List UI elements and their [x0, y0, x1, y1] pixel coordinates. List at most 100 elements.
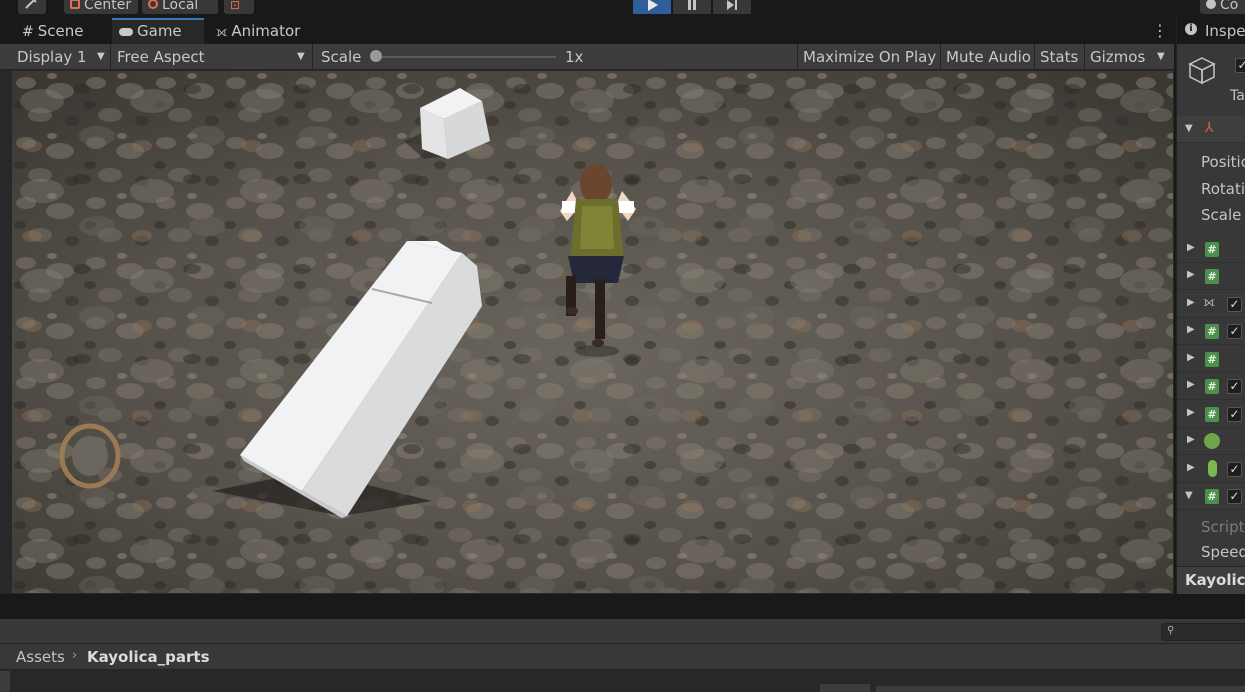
game-panel: # Scene Game ⟗ Animator ⋮ Display 1 ▼ Free… [0, 18, 1174, 594]
breadcrumb-assets[interactable]: Assets [16, 648, 65, 666]
info-icon: i [1185, 23, 1197, 35]
component-row[interactable]: ▶ # ✓ [1177, 401, 1245, 428]
inspector-tab[interactable]: i Inspe [1177, 18, 1245, 44]
breadcrumb-current[interactable]: Kayolica_parts [87, 648, 210, 666]
pivot-space-button[interactable]: Local [142, 0, 218, 14]
script-icon: # [1205, 379, 1219, 394]
play-button[interactable] [633, 0, 671, 14]
separator [1034, 44, 1035, 70]
scale-label: Scale [1201, 206, 1242, 224]
pivot-label: Center [84, 0, 132, 13]
component-row[interactable]: ▶ # [1177, 346, 1245, 373]
dropdown-arrow-icon: ▼ [97, 51, 105, 62]
fold-arrow-icon: ▶ [1187, 352, 1195, 363]
collab-icon [1206, 0, 1216, 9]
component-row[interactable]: ▶ [1177, 428, 1245, 455]
aspect-dropdown[interactable]: Free Aspect ▼ [117, 44, 309, 70]
scale-slider-thumb[interactable] [370, 50, 382, 62]
fold-arrow-icon: ▶ [1187, 462, 1195, 473]
folder-pane-edge [0, 671, 10, 692]
tab-scene-label: Scene [37, 22, 84, 40]
transform-header[interactable]: ▼ ⅄ [1177, 116, 1245, 143]
breadcrumb: Assets › Kayolica_parts [0, 644, 1245, 670]
main-toolbar: Center Local ⊡ Co [0, 0, 1245, 16]
step-icon [727, 0, 737, 10]
separator [940, 44, 941, 70]
fold-arrow-icon: ▶ [1187, 407, 1195, 418]
fold-arrow-icon: ▼ [1185, 123, 1193, 134]
inspector-panel: i Inspe ✓ Ta ▼ ⅄ Positic Rotatio Scale ▶… [1176, 18, 1245, 594]
scale-label: Scale [321, 48, 362, 66]
component-row[interactable]: ▶ # [1177, 236, 1245, 263]
enabled-checkbox[interactable]: ✓ [1227, 462, 1242, 477]
component-row[interactable]: ▶ # ✓ [1177, 318, 1245, 345]
rotation-label: Rotatio [1201, 180, 1245, 198]
stats-toggle[interactable]: Stats [1040, 44, 1078, 70]
enabled-checkbox[interactable]: ✓ [1227, 324, 1242, 339]
component-row[interactable]: ▶ ✓ [1177, 456, 1245, 483]
separator [1084, 44, 1085, 70]
script-icon: # [1205, 407, 1219, 422]
enabled-checkbox[interactable]: ✓ [1227, 297, 1242, 312]
component-row[interactable]: ▶ # [1177, 263, 1245, 290]
fold-arrow-icon: ▼ [1185, 490, 1193, 501]
fold-arrow-icon: ▶ [1187, 297, 1195, 308]
collab-button[interactable]: Co [1200, 0, 1245, 14]
pause-button[interactable] [673, 0, 711, 14]
tab-animator[interactable]: ⟗ Animator [204, 18, 314, 44]
rigidbody-icon [1204, 433, 1220, 449]
active-checkbox[interactable]: ✓ [1235, 58, 1245, 73]
inspector-footer-label: Kayolica [1185, 571, 1245, 589]
script-icon: # [1205, 324, 1219, 339]
inspector-footer: Kayolica [1177, 566, 1245, 594]
project-search-input[interactable]: ⚲ [1161, 623, 1245, 641]
gamepad-icon [119, 27, 133, 36]
play-icon [648, 0, 658, 11]
script-icon: # [1205, 242, 1219, 257]
game-view-toolbar: Display 1 ▼ Free Aspect ▼ Scale 1x Maxim… [0, 44, 1174, 70]
gameobject-cube-icon [1187, 56, 1217, 90]
step-button[interactable] [713, 0, 751, 14]
tools-button[interactable] [18, 0, 46, 14]
collab-label: Co [1220, 0, 1239, 13]
fold-arrow-icon: ▶ [1187, 379, 1195, 390]
separator [110, 44, 111, 70]
snap-button[interactable]: ⊡ [224, 0, 254, 14]
component-row-expanded[interactable]: ▼ # ✓ [1177, 483, 1245, 510]
tab-game[interactable]: Game [112, 18, 204, 44]
animator-icon: ⟗ [1203, 294, 1216, 310]
enabled-checkbox[interactable]: ✓ [1227, 407, 1242, 422]
fold-arrow-icon: ▶ [1187, 324, 1195, 335]
pivot-center-button[interactable]: Center [64, 0, 138, 14]
mute-audio-toggle[interactable]: Mute Audio [946, 44, 1031, 70]
enabled-checkbox[interactable]: ✓ [1227, 379, 1242, 394]
component-row[interactable]: ▶ ⟗ ✓ [1177, 291, 1245, 318]
script-icon: # [1205, 489, 1219, 504]
animator-icon: ⟗ [216, 25, 228, 40]
game-viewport[interactable] [12, 71, 1173, 593]
gizmos-dropdown-icon[interactable]: ▼ [1157, 44, 1165, 70]
scale-slider-track[interactable] [376, 56, 556, 58]
enabled-checkbox[interactable]: ✓ [1227, 489, 1242, 504]
fold-arrow-icon: ▶ [1187, 242, 1195, 253]
tab-scene[interactable]: # Scene [12, 18, 112, 44]
maximize-on-play-toggle[interactable]: Maximize On Play [803, 44, 936, 70]
gizmos-toggle[interactable]: Gizmos [1090, 44, 1145, 70]
display-dropdown[interactable]: Display 1 ▼ [17, 44, 109, 70]
separator [312, 44, 313, 70]
project-toolbar: ⚲ [0, 619, 1245, 644]
local-space-icon [148, 0, 158, 9]
search-icon: ⚲ [1167, 625, 1175, 636]
tab-animator-label: Animator [231, 22, 301, 40]
scroll-handle[interactable] [820, 684, 870, 692]
size-slider[interactable] [876, 686, 1245, 692]
panel-menu-icon[interactable]: ⋮ [1152, 18, 1168, 44]
wrench-icon [25, 0, 37, 9]
aspect-label: Free Aspect [117, 48, 205, 66]
component-row[interactable]: ▶ # ✓ [1177, 373, 1245, 400]
dropdown-arrow-icon: ▼ [297, 51, 305, 62]
pivot-icon [70, 0, 80, 9]
speed-field-label: Speed [1201, 543, 1245, 561]
pause-icon [688, 0, 696, 10]
tab-game-label: Game [137, 22, 182, 40]
